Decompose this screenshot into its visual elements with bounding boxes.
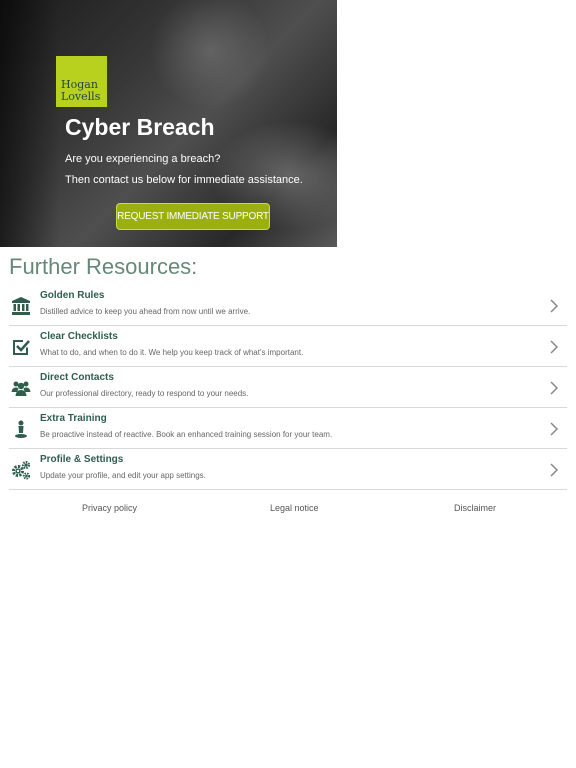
resource-item-clear-checklists[interactable]: Clear Checklists What to do, and when to… xyxy=(9,326,567,367)
resource-title: Golden Rules xyxy=(40,290,105,301)
gears-icon xyxy=(11,460,31,480)
resource-title: Clear Checklists xyxy=(40,331,118,342)
chevron-right-icon xyxy=(549,298,559,313)
resource-description: Update your profile, and edit your app s… xyxy=(40,471,206,480)
resource-title: Direct Contacts xyxy=(40,372,114,383)
resource-title: Extra Training xyxy=(40,413,107,424)
resource-item-golden-rules[interactable]: Golden Rules Distilled advice to keep yo… xyxy=(9,285,567,326)
resources-heading: Further Resources: xyxy=(9,254,198,279)
resource-description: Distilled advice to keep you ahead from … xyxy=(40,307,251,316)
legal-notice-link[interactable]: Legal notice xyxy=(270,503,319,513)
hero-instruction: Then contact us below for immediate assi… xyxy=(65,174,303,186)
hero-question: Are you experiencing a breach? xyxy=(65,153,221,165)
chevron-right-icon xyxy=(549,339,559,354)
users-icon xyxy=(11,378,31,398)
chevron-right-icon xyxy=(549,462,559,477)
logo-line-2: Lovells xyxy=(61,90,101,103)
chevron-right-icon xyxy=(549,421,559,436)
bank-icon xyxy=(11,296,31,316)
footer-links: Privacy policy Legal notice Disclaimer xyxy=(0,503,576,517)
resource-title: Profile & Settings xyxy=(40,454,124,465)
resource-item-profile-settings[interactable]: Profile & Settings Update your profile, … xyxy=(9,449,567,490)
hero-title: Cyber Breach xyxy=(65,114,215,140)
privacy-policy-link[interactable]: Privacy policy xyxy=(82,503,137,513)
checkbox-icon xyxy=(11,337,31,357)
resources-list: Golden Rules Distilled advice to keep yo… xyxy=(9,285,567,490)
resource-description: Be proactive instead of reactive. Book a… xyxy=(40,430,333,439)
resource-item-direct-contacts[interactable]: Direct Contacts Our professional directo… xyxy=(9,367,567,408)
brand-logo: Hogan Lovells xyxy=(56,56,107,107)
request-support-button[interactable]: REQUEST IMMEDIATE SUPPORT xyxy=(116,203,270,230)
hero-banner: Hogan Lovells Cyber Breach Are you exper… xyxy=(0,0,337,247)
disclaimer-link[interactable]: Disclaimer xyxy=(454,503,496,513)
chevron-right-icon xyxy=(549,380,559,395)
resource-description: What to do, and when to do it. We help y… xyxy=(40,348,304,357)
training-icon xyxy=(11,419,31,439)
resource-item-extra-training[interactable]: Extra Training Be proactive instead of r… xyxy=(9,408,567,449)
resource-description: Our professional directory, ready to res… xyxy=(40,389,249,398)
